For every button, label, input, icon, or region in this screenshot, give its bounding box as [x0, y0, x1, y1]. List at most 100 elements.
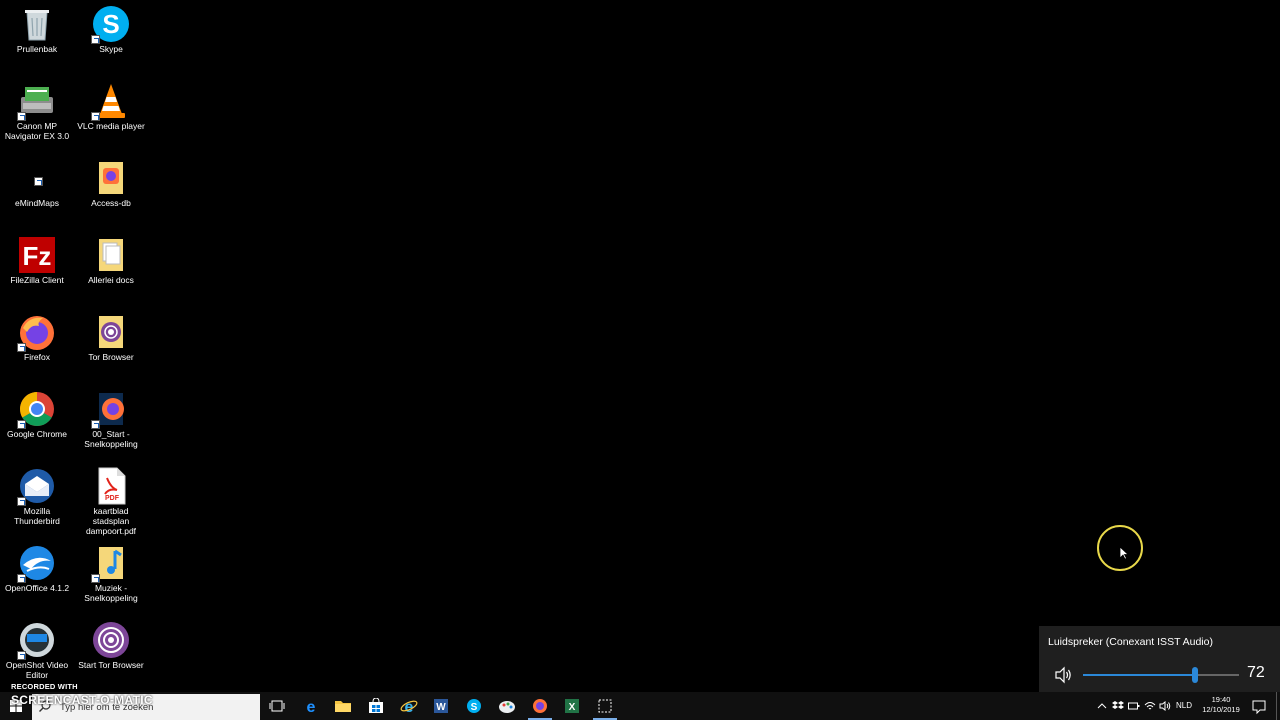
shortcut-arrow-icon: [91, 574, 100, 583]
svg-text:S: S: [471, 702, 478, 713]
volume-tray-icon[interactable]: [1158, 692, 1172, 720]
desktop-icon-label: Canon MP Navigator EX 3.0: [4, 121, 70, 141]
recorder-watermark: RECORDED WITH SCREENCAST-O-MATIC: [8, 682, 158, 712]
internet-explorer-icon[interactable]: e: [393, 692, 425, 720]
action-center-icon[interactable]: [1250, 692, 1268, 720]
show-desktop-button[interactable]: [1276, 692, 1280, 720]
excel-icon[interactable]: X: [556, 692, 588, 720]
shortcut-arrow-icon: [17, 112, 26, 121]
desktop-icon-label: kaartblad stadsplan dampoort.pdf: [85, 506, 137, 536]
clock-time: 19:40: [1211, 695, 1231, 704]
volume-flyout: Luidspreker (Conexant ISST Audio) 72: [1039, 626, 1280, 692]
shortcut-arrow-icon: [91, 35, 100, 44]
desktop-icon-label: OpenOffice 4.1.2: [4, 583, 70, 593]
openshot-icon: [17, 620, 57, 660]
access-folder-icon: [91, 158, 131, 198]
desktop-icon-label: FileZilla Client: [10, 275, 64, 285]
desktop-icon-label: eMindMaps: [15, 198, 59, 208]
word-icon[interactable]: W: [425, 692, 457, 720]
volume-slider-fill: [1083, 674, 1196, 676]
taskbar: Typ hier om te zoeken e e W S X NLD 19:4…: [0, 692, 1280, 720]
desktop-icon-openoffice[interactable]: OpenOffice 4.1.2: [0, 541, 74, 617]
skype-taskbar-icon[interactable]: S: [458, 692, 490, 720]
vlc-icon: [91, 81, 131, 121]
desktop-icon-label: Prullenbak: [16, 44, 58, 54]
desktop-icon-label: 00_Start - Snelkoppeling: [84, 429, 138, 449]
desktop-icon-muziek[interactable]: Muziek - Snelkoppeling: [74, 541, 148, 617]
desktop-icon-allerlei-docs[interactable]: Allerlei docs: [74, 233, 148, 309]
snipping-tool-icon[interactable]: [589, 692, 621, 720]
firefox-icon: [17, 312, 57, 352]
firefox-taskbar-icon[interactable]: [524, 692, 556, 720]
tor-folder-icon: [91, 312, 131, 352]
thunderbird-icon: [17, 466, 57, 506]
desktop-icon-thunderbird[interactable]: Mozilla Thunderbird: [0, 464, 74, 540]
skype-icon: S: [91, 4, 131, 44]
desktop-icon-canon-navigator[interactable]: Canon MP Navigator EX 3.0: [0, 79, 74, 155]
desktop-icon-label: Google Chrome: [6, 429, 67, 439]
desktop-icon-filezilla[interactable]: Fz FileZilla Client: [0, 233, 74, 309]
taskbar-clock[interactable]: 19:40 12/10/2019: [1196, 695, 1246, 715]
tor-browser-icon: [91, 620, 131, 660]
desktop-icon-label: VLC media player: [77, 121, 145, 131]
shortcut-arrow-icon: [17, 343, 26, 352]
desktop-icon-label: Start Tor Browser: [78, 660, 144, 670]
desktop: Prullenbak Canon MP Navigator EX 3.0 eMi…: [0, 0, 1280, 692]
shortcut-arrow-icon: [17, 651, 26, 660]
desktop-icon-access-db[interactable]: Access-db: [74, 156, 148, 232]
network-wifi-icon[interactable]: [1143, 692, 1157, 720]
desktop-icon-label: Access-db: [91, 198, 131, 208]
desktop-icon-pdf[interactable]: PDF kaartblad stadsplan dampoort.pdf: [74, 464, 148, 540]
input-language[interactable]: NLD: [1176, 701, 1192, 710]
chrome-icon: [17, 389, 57, 429]
desktop-icon-label: Tor Browser: [88, 352, 134, 362]
store-icon[interactable]: [360, 692, 392, 720]
volume-slider-thumb[interactable]: [1192, 667, 1199, 683]
edge-icon[interactable]: e: [295, 692, 327, 720]
shortcut-arrow-icon: [17, 574, 26, 583]
svg-text:Fz: Fz: [23, 241, 52, 271]
desktop-icon-skype[interactable]: S Skype: [74, 2, 148, 78]
watermark-top-text: RECORDED WITH: [11, 682, 78, 691]
desktop-icon-label: Skype: [99, 44, 123, 54]
clock-date: 12/10/2019: [1202, 705, 1240, 714]
file-explorer-icon[interactable]: [327, 692, 359, 720]
speaker-icon[interactable]: [1054, 666, 1074, 684]
desktop-icon-label: Firefox: [24, 352, 50, 362]
desktop-icon-emindmaps[interactable]: eMindMaps: [0, 156, 74, 232]
openoffice-icon: [17, 543, 57, 583]
filezilla-icon: Fz: [17, 235, 57, 275]
volume-level-value: 72: [1247, 664, 1265, 681]
desktop-icon-chrome[interactable]: Google Chrome: [0, 387, 74, 463]
dropbox-icon[interactable]: [1111, 692, 1125, 720]
svg-text:S: S: [102, 9, 119, 39]
shortcut-arrow-icon: [34, 177, 43, 186]
desktop-icon-label: OpenShot Video Editor: [5, 660, 69, 680]
svg-text:X: X: [569, 702, 576, 713]
desktop-icon-label: Muziek - Snelkoppeling: [84, 583, 138, 603]
desktop-icon-tor-browser[interactable]: Tor Browser: [74, 310, 148, 386]
task-view-button[interactable]: [261, 692, 293, 720]
recycle-bin-icon: [17, 4, 57, 44]
mouse-cursor-icon: [1119, 546, 1130, 560]
shortcut-arrow-icon: [17, 420, 26, 429]
svg-text:PDF: PDF: [105, 495, 120, 502]
music-folder-icon: [91, 543, 131, 583]
desktop-icon-firefox[interactable]: Firefox: [0, 310, 74, 386]
battery-icon[interactable]: [1127, 692, 1141, 720]
firefox-shortcut-icon: [91, 389, 131, 429]
volume-slider-track[interactable]: [1083, 674, 1239, 676]
watermark-main-text: SCREENCAST-O-MATIC: [11, 693, 153, 707]
desktop-icon-vlc[interactable]: VLC media player: [74, 79, 148, 155]
canon-navigator-icon: [17, 81, 57, 121]
show-hidden-icons-chevron-icon[interactable]: [1096, 692, 1108, 720]
audio-device-name[interactable]: Luidspreker (Conexant ISST Audio): [1048, 636, 1213, 648]
shortcut-arrow-icon: [17, 497, 26, 506]
paint-icon[interactable]: [491, 692, 523, 720]
desktop-icon-label: Mozilla Thunderbird: [14, 506, 60, 526]
shortcut-arrow-icon: [91, 420, 100, 429]
desktop-icon-recycle-bin[interactable]: Prullenbak: [0, 2, 74, 78]
emindmaps-icon: [17, 158, 57, 198]
svg-text:e: e: [307, 699, 316, 715]
desktop-icon-00-start[interactable]: 00_Start - Snelkoppeling: [74, 387, 148, 463]
